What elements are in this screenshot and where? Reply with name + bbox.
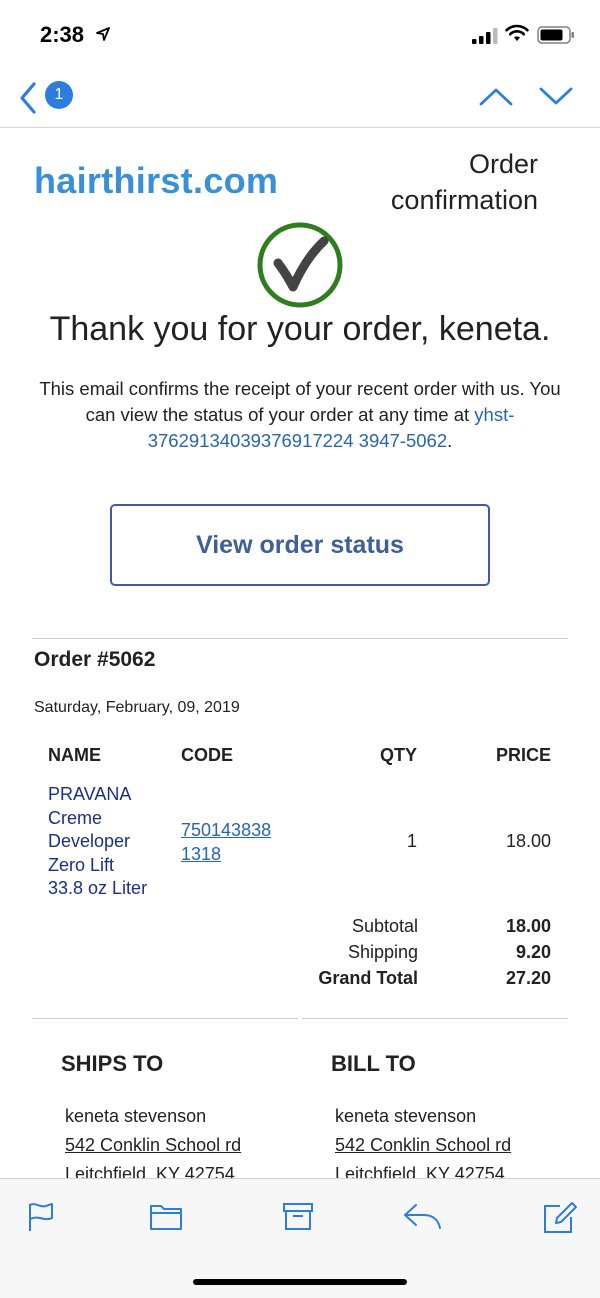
item-name-line: Developer: [48, 831, 131, 851]
item-name-line: Creme: [48, 807, 103, 828]
grand-total-value: 27.20: [505, 968, 551, 988]
bill-to-heading: BILL TO: [331, 1051, 416, 1076]
bill-city-link[interactable]: Leitchfield, KY 42754: [335, 1160, 511, 1178]
mail-toolbar: [0, 1178, 600, 1298]
brand-logo[interactable]: hairthirst.com: [34, 160, 278, 202]
thank-you-message: Thank you for your order, keneta.: [49, 310, 551, 348]
subtotal-value: 18.00: [505, 916, 551, 936]
item-name-line: Zero Lift: [48, 854, 115, 875]
item-name[interactable]: PRAVANA Creme Developer Zero Lift 33.8 o…: [48, 783, 168, 901]
ship-street-link[interactable]: 542 Conklin School rd: [65, 1131, 241, 1160]
order-number: Order #5062: [34, 648, 156, 671]
confirmation-text: This email confirms the receipt of your …: [36, 376, 564, 454]
view-order-status-button[interactable]: View order status: [110, 504, 490, 586]
ship-city-link[interactable]: Leitchfield, KY 42754: [65, 1160, 241, 1178]
folder-icon[interactable]: [149, 1201, 183, 1231]
status-time: 2:38: [40, 22, 85, 47]
divider: [32, 1018, 298, 1019]
home-indicator[interactable]: [193, 1279, 407, 1285]
battery-icon: [537, 26, 574, 44]
flag-icon[interactable]: [26, 1201, 56, 1233]
next-message-icon[interactable]: [538, 82, 574, 110]
item-name-line: 33.8 oz Liter: [48, 878, 148, 898]
reply-icon[interactable]: [402, 1201, 442, 1231]
ships-to-heading: SHIPS TO: [61, 1051, 164, 1076]
bill-to-address: keneta stevenson 542 Conklin School rd L…: [335, 1102, 511, 1178]
item-price: 18.00: [505, 831, 551, 851]
email-body: hairthirst.com Order confirmation Thank …: [0, 128, 600, 1178]
divider: [302, 1018, 568, 1019]
column-header-name: NAME: [48, 745, 101, 765]
cellular-signal-icon: [472, 28, 498, 44]
shipping-value: 9.20: [515, 942, 551, 962]
item-name-line: PRAVANA: [48, 784, 132, 804]
item-code-line: 1318: [181, 843, 222, 864]
bill-street-link[interactable]: 542 Conklin School rd: [335, 1131, 511, 1160]
wifi-icon: [505, 24, 529, 41]
email-heading: Order confirmation: [390, 149, 538, 215]
archive-icon[interactable]: [282, 1201, 314, 1231]
unread-count-badge[interactable]: 1: [45, 81, 73, 109]
compose-icon[interactable]: [542, 1201, 578, 1235]
mail-nav-bar: 1: [0, 72, 600, 128]
grand-total-label: Grand Total: [318, 968, 418, 988]
location-arrow-icon: [96, 27, 110, 41]
back-chevron-icon[interactable]: [16, 80, 42, 116]
column-header-qty: QTY: [379, 745, 417, 765]
checkmark-icon: [257, 222, 343, 308]
column-header-price: PRICE: [495, 745, 551, 765]
item-code-link[interactable]: 750143838 1318: [181, 819, 271, 866]
item-qty: 1: [406, 831, 417, 851]
bill-name: keneta stevenson: [335, 1106, 477, 1126]
confirmation-end: .: [447, 430, 453, 451]
subtotal-label: Subtotal: [351, 916, 418, 936]
order-date: Saturday, February, 09, 2019: [34, 699, 240, 716]
item-code-line: 750143838: [181, 820, 272, 840]
ship-name: keneta stevenson: [65, 1106, 207, 1126]
previous-message-icon[interactable]: [478, 82, 514, 110]
ships-to-address: keneta stevenson 542 Conklin School rd L…: [65, 1102, 241, 1178]
divider: [32, 638, 568, 639]
column-header-code: CODE: [181, 745, 234, 765]
shipping-label: Shipping: [347, 942, 418, 962]
status-bar: 2:38: [0, 0, 600, 72]
